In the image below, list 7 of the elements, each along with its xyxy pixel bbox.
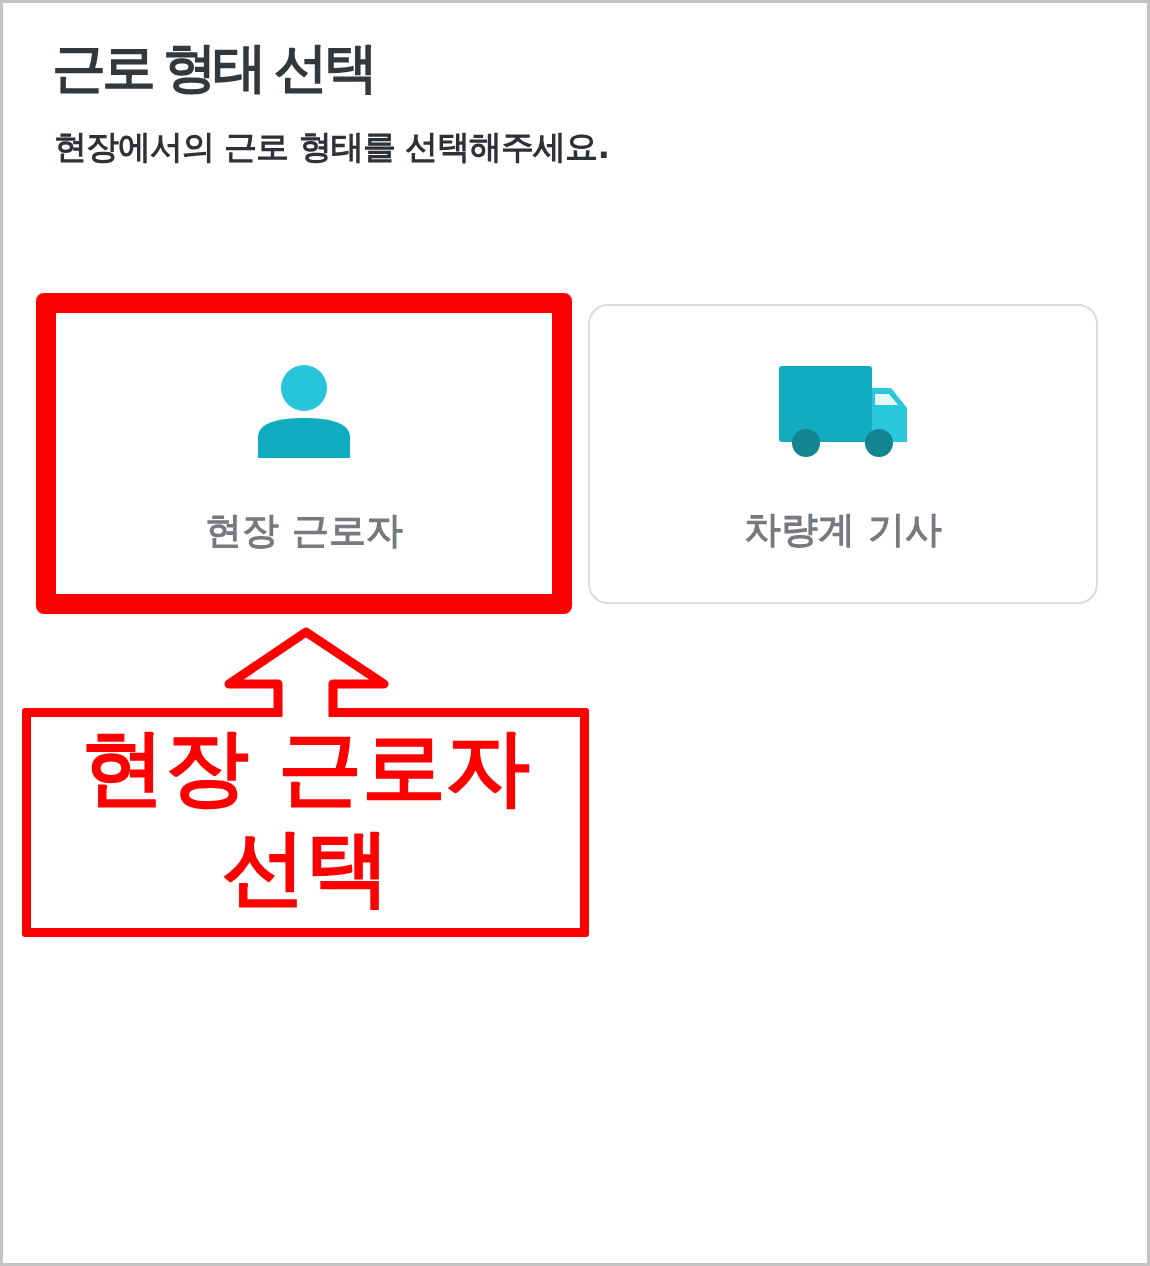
person-icon: [258, 364, 350, 458]
truck-icon: [779, 365, 907, 457]
option-card[interactable]: 현장 근로자: [36, 293, 572, 614]
callout-text: 현장 근로자 선택: [79, 716, 532, 917]
page-subtitle: 현장에서의 근로 형태를 선택해주세요.: [54, 127, 609, 167]
option-card[interactable]: 차량계 기사: [588, 303, 1098, 604]
page-title: 근로 형태 선택: [52, 37, 374, 99]
